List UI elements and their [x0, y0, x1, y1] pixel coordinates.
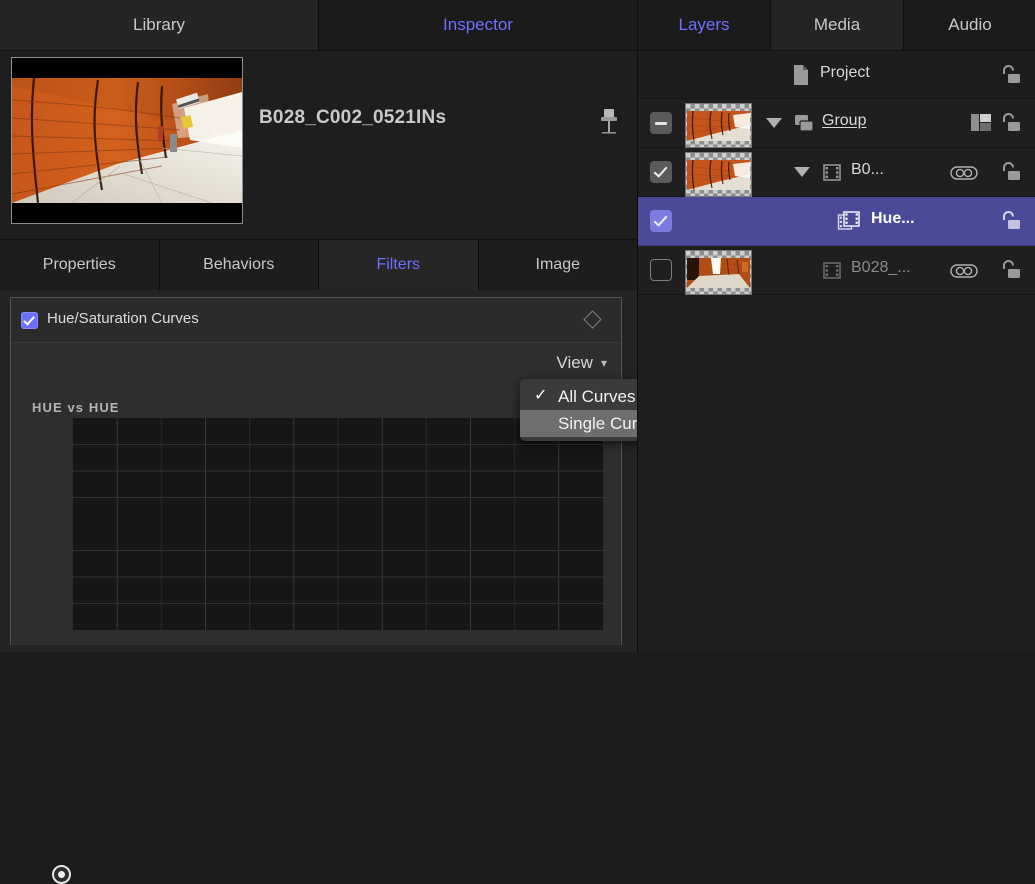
filmstrip-icon [821, 259, 843, 281]
view-dropdown-button[interactable]: View ▾ [556, 353, 607, 373]
menu-item-all-curves-label: All Curves [558, 387, 635, 407]
layer-name[interactable]: Group [822, 112, 866, 130]
tab-library[interactable]: Library [0, 0, 319, 50]
tab-layers[interactable]: Layers [638, 0, 771, 50]
mixed-dash-icon [655, 122, 667, 125]
layer-thumbnail [685, 103, 752, 148]
filter-name-label: Hue/Saturation Curves [47, 310, 199, 327]
view-dropdown-label: View [556, 353, 593, 373]
tab-properties[interactable]: Properties [0, 240, 160, 290]
target-radio-icon[interactable] [52, 865, 71, 884]
tab-behaviors[interactable]: Behaviors [160, 240, 320, 290]
hue-vs-hue-graph[interactable] [73, 418, 603, 645]
clip-header: B028_C002_0521INs [0, 51, 637, 240]
check-icon [654, 212, 668, 226]
tunnel-image [12, 78, 242, 203]
chevron-down-icon: ▾ [601, 357, 607, 369]
filter-card: Hue/Saturation Curves View ▾ HUE vs HUE [10, 297, 622, 645]
tab-properties-label: Properties [43, 256, 116, 274]
check-icon [654, 163, 668, 177]
keyframe-diamond-icon[interactable] [583, 310, 601, 328]
tab-filters[interactable]: Filters [319, 240, 479, 290]
tab-media[interactable]: Media [771, 0, 904, 50]
unlocked-padlock-icon[interactable] [998, 112, 1024, 134]
clip-thumbnail[interactable] [11, 57, 243, 224]
document-icon [790, 64, 812, 86]
layer-row[interactable]: B0... [638, 148, 1035, 197]
layer-thumbnail-image [687, 160, 750, 190]
unlocked-padlock-icon[interactable] [998, 210, 1024, 232]
layer-thumbnail-image [687, 258, 750, 288]
link-icon[interactable] [950, 264, 978, 278]
tab-layers-label: Layers [678, 15, 729, 35]
layer-row[interactable]: B028_... [638, 246, 1035, 295]
layer-name: Project [820, 64, 870, 82]
tab-image[interactable]: Image [479, 240, 638, 290]
clip-title: B028_C002_0521INs [259, 107, 446, 129]
filter-filmstrip-icon [837, 210, 859, 232]
layer-visibility-checkbox[interactable] [650, 210, 672, 232]
layer-visibility-checkbox[interactable] [650, 161, 672, 183]
tab-image-label: Image [536, 256, 580, 274]
layer-visibility-checkbox[interactable] [650, 259, 672, 281]
pin-icon[interactable] [598, 107, 620, 137]
layer-name: Hue... [871, 210, 915, 228]
link-icon[interactable] [950, 166, 978, 180]
filter-header: Hue/Saturation Curves [11, 298, 621, 343]
disclosure-triangle-icon[interactable] [794, 167, 810, 177]
graph-canvas[interactable] [73, 418, 603, 630]
tab-media-label: Media [814, 15, 860, 35]
tab-inspector-label: Inspector [443, 15, 513, 35]
filter-area: Hue/Saturation Curves View ▾ HUE vs HUE [0, 290, 637, 652]
filter-enable-checkbox[interactable] [21, 312, 38, 329]
unlocked-padlock-icon[interactable] [998, 161, 1024, 183]
unlocked-padlock-icon[interactable] [998, 259, 1024, 281]
tab-audio-label: Audio [948, 15, 991, 35]
layers-tabbar: Layers Media Audio [638, 0, 1035, 51]
clip-thumbnail-image [12, 78, 242, 203]
inspector-pane: Library Inspector [0, 0, 637, 652]
graph-grid [73, 418, 603, 630]
layer-row[interactable]: Project [638, 51, 1035, 99]
group-icon [793, 112, 815, 134]
tab-library-label: Library [133, 15, 185, 35]
curve-section-label: HUE vs HUE [32, 400, 120, 415]
tab-behaviors-label: Behaviors [203, 256, 274, 274]
check-icon: ✓ [534, 387, 547, 405]
tab-audio[interactable]: Audio [904, 0, 1035, 50]
layer-thumbnail-image [687, 111, 750, 141]
tab-filters-label: Filters [376, 256, 420, 274]
layer-row[interactable]: Group [638, 99, 1035, 148]
layer-name: B028_... [851, 259, 911, 277]
filmstrip-icon [821, 161, 843, 183]
layer-row[interactable]: Hue... [638, 197, 1035, 246]
layer-name: B0... [851, 161, 884, 179]
inspector-tabbar: Library Inspector [0, 0, 637, 51]
layers-pane: Layers Media Audio Project [637, 0, 1035, 652]
layer-thumbnail [685, 152, 752, 197]
disclosure-triangle-icon[interactable] [766, 118, 782, 128]
app-window: Library Inspector [0, 0, 1035, 652]
tab-inspector[interactable]: Inspector [319, 0, 637, 50]
layer-visibility-checkbox[interactable] [650, 112, 672, 134]
unlocked-padlock-icon[interactable] [998, 64, 1024, 86]
layer-thumbnail [685, 250, 752, 295]
mask-icon[interactable] [970, 113, 992, 133]
inspector-subtabbar: Properties Behaviors Filters Image [0, 240, 637, 291]
